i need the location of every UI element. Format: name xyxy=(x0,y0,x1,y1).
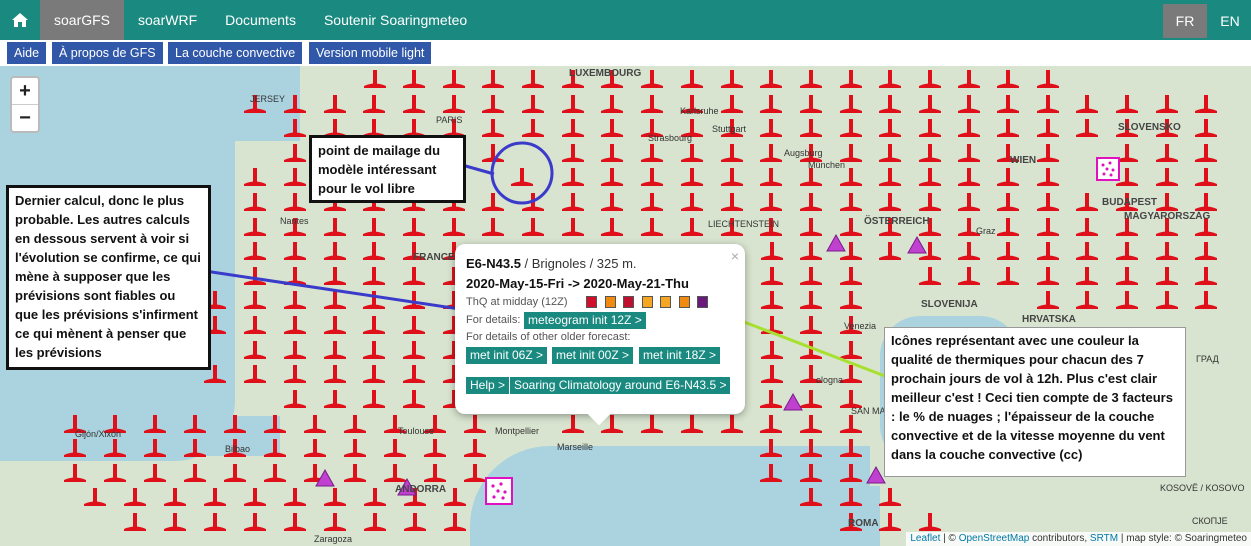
nav-soarwrf[interactable]: soarWRF xyxy=(124,0,211,40)
thq-day-square xyxy=(641,296,653,308)
aide-button[interactable]: Aide xyxy=(7,42,47,64)
mobile-light-button[interactable]: Version mobile light xyxy=(309,42,432,64)
sub-navbar: Aide À propos de GFS La couche convectiv… xyxy=(0,40,1251,66)
convective-layer-button[interactable]: La couche convective xyxy=(168,42,303,64)
popup-thq-label: ThQ at midday (12Z) xyxy=(466,296,568,308)
srtm-link[interactable]: SRTM xyxy=(1090,533,1118,544)
close-icon[interactable]: × xyxy=(731,248,739,264)
meteogram-init-12z-button[interactable]: meteogram init 12Z > xyxy=(524,312,646,329)
thq-day-square xyxy=(623,296,634,308)
callout-mesh-point: point de mailage du modèle intéressant p… xyxy=(309,135,466,203)
met-init-18z-button[interactable]: met init 18Z > xyxy=(639,347,721,364)
popup-details-label: For details: xyxy=(466,314,521,326)
leaflet-link[interactable]: Leaflet xyxy=(910,533,940,544)
attribution-style: | map style: © Soaringmeteo xyxy=(1118,533,1247,544)
attribution-sep: | © xyxy=(940,533,959,544)
attribution-contrib: contributors, xyxy=(1029,533,1090,544)
popup-point-name: E6-N43.5 xyxy=(466,256,521,271)
thq-day-square xyxy=(697,296,708,308)
thq-day-square xyxy=(660,296,671,308)
callout-last-calculation: Dernier calcul, donc le plus probable. L… xyxy=(6,185,211,370)
lang-fr-button[interactable]: FR xyxy=(1163,4,1207,38)
zoom-in-button[interactable]: + xyxy=(12,78,38,104)
callout-thq-icons: Icônes représentant avec une couleur la … xyxy=(884,327,1186,477)
zoom-control: + − xyxy=(10,76,40,133)
thq-day-square xyxy=(678,296,690,308)
lang-en-button[interactable]: EN xyxy=(1208,4,1251,38)
nav-documents[interactable]: Documents xyxy=(211,0,310,40)
osm-link[interactable]: OpenStreetMap xyxy=(959,533,1030,544)
thq-day-square xyxy=(604,296,616,308)
thq-day-square xyxy=(586,296,597,308)
nav-soutenir[interactable]: Soutenir Soaringmeteo xyxy=(310,0,481,40)
met-init-00z-button[interactable]: met init 00Z > xyxy=(552,347,634,364)
help-button[interactable]: Help > xyxy=(466,377,510,394)
popup-older-label: For details of other older forecast: xyxy=(466,331,631,343)
home-icon[interactable] xyxy=(0,0,40,40)
about-gfs-button[interactable]: À propos de GFS xyxy=(52,42,163,64)
met-init-06z-button[interactable]: met init 06Z > xyxy=(466,347,548,364)
top-navbar: soarGFS soarWRF Documents Soutenir Soari… xyxy=(0,0,1251,40)
popup-date-range: 2020-May-15-Fri -> 2020-May-21-Thu xyxy=(466,276,689,291)
map-attribution: Leaflet | © OpenStreetMap contributors, … xyxy=(906,532,1251,546)
forecast-popup: × E6-N43.5 / Brignoles / 325 m. 2020-May… xyxy=(455,244,745,426)
zoom-out-button[interactable]: − xyxy=(12,104,38,131)
nav-soargfs[interactable]: soarGFS xyxy=(40,0,125,40)
soaring-climatology-button[interactable]: Soaring Climatology around E6-N43.5 > xyxy=(510,377,731,394)
popup-location: / Brignoles / 325 m. xyxy=(520,256,637,271)
